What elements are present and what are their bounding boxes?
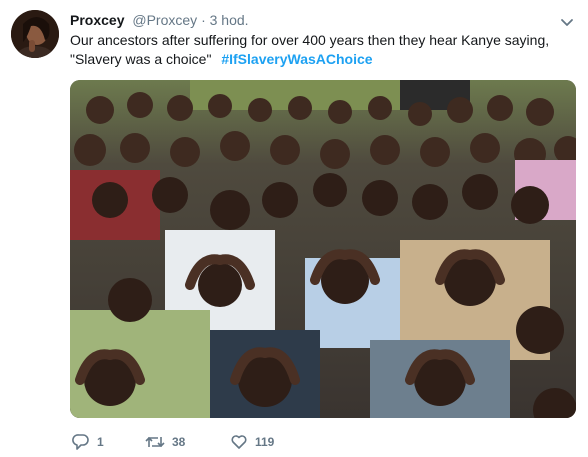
chevron-down-icon[interactable] <box>560 15 574 26</box>
reply-count: 1 <box>97 435 104 449</box>
heart-icon <box>231 435 247 449</box>
user-handle[interactable]: @Proxcey <box>132 12 197 28</box>
retweet-icon <box>145 436 165 448</box>
tweet-media-photo[interactable] <box>70 80 576 418</box>
tweet-text: Our ancestors after suffering for over 4… <box>70 31 570 69</box>
like-count: 119 <box>255 435 275 449</box>
tweet-text-line1: Our ancestors after suffering for over 4… <box>70 32 550 48</box>
crowd-photo <box>70 80 576 418</box>
retweet-count: 38 <box>172 435 186 449</box>
separator-dot: · <box>201 12 206 28</box>
avatar[interactable] <box>11 10 59 58</box>
tweet-text-line2: "Slavery was a choice" <box>70 51 212 67</box>
retweet-button[interactable]: 38 <box>145 432 185 452</box>
tweet-header: Proxcey @Proxcey · 3 hod. <box>70 11 249 29</box>
reply-icon <box>72 434 89 450</box>
like-button[interactable]: 119 <box>230 432 274 452</box>
display-name[interactable]: Proxcey <box>70 12 124 28</box>
avatar-image <box>11 10 59 58</box>
hashtag-link[interactable]: #IfSlaveryWasAChoice <box>221 51 372 67</box>
tweet-card[interactable]: Proxcey @Proxcey · 3 hod. Our ancestors … <box>0 0 588 457</box>
timestamp[interactable]: 3 hod. <box>210 12 249 28</box>
reply-button[interactable]: 1 <box>72 432 104 452</box>
